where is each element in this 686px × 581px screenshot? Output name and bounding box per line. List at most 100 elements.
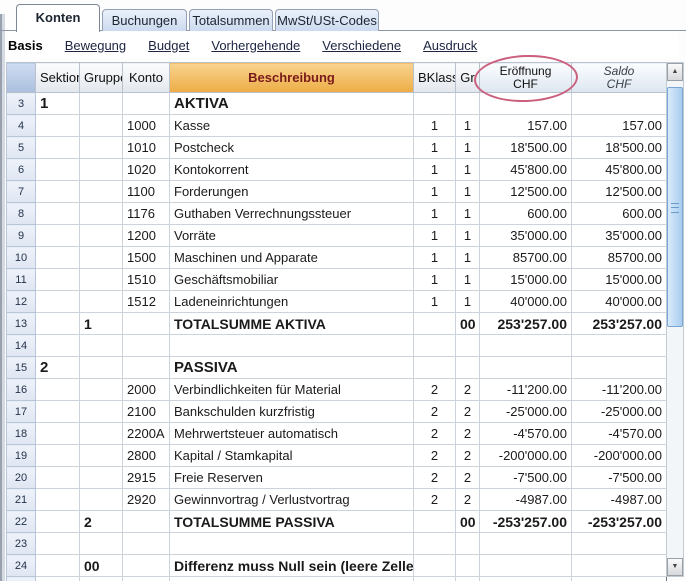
- cell-gr[interactable]: 1: [456, 203, 480, 225]
- cell-saldo[interactable]: -253'257.00: [572, 511, 667, 533]
- scrollbar-thumb[interactable]: [667, 87, 683, 327]
- cell-konto[interactable]: [123, 555, 170, 577]
- row-number[interactable]: 17: [7, 401, 36, 423]
- cell-saldo[interactable]: -4987.00: [572, 489, 667, 511]
- cell-bklasse[interactable]: 2: [414, 467, 456, 489]
- cell-gruppe[interactable]: 2: [80, 511, 123, 533]
- cell-bklasse[interactable]: [414, 511, 456, 533]
- cell-gr[interactable]: 1: [456, 291, 480, 313]
- cell-beschreibung[interactable]: PASSIVA: [170, 357, 414, 379]
- cell-saldo[interactable]: 157.00: [572, 115, 667, 137]
- tab-mwst-ust-codes[interactable]: MwSt/USt-Codes: [275, 9, 379, 31]
- cell-sektion[interactable]: [36, 533, 80, 555]
- cell-beschreibung[interactable]: TOTALSUMME AKTIVA: [170, 313, 414, 335]
- cell-eroeffnung[interactable]: [480, 357, 572, 379]
- row-number[interactable]: 4: [7, 115, 36, 137]
- cell-eroeffnung[interactable]: 40'000.00: [480, 291, 572, 313]
- cell-konto[interactable]: [123, 511, 170, 533]
- cell-eroeffnung[interactable]: 600.00: [480, 203, 572, 225]
- cell-sektion[interactable]: [36, 489, 80, 511]
- cell-eroeffnung[interactable]: [480, 555, 572, 577]
- cell-saldo[interactable]: [572, 555, 667, 577]
- cell-gruppe[interactable]: [80, 577, 123, 581]
- column-header-eroeffnung[interactable]: EröffnungCHF: [480, 63, 572, 93]
- cell-sektion[interactable]: [36, 269, 80, 291]
- cell-saldo[interactable]: -200'000.00: [572, 445, 667, 467]
- cell-konto[interactable]: 1000: [123, 115, 170, 137]
- cell-bklasse[interactable]: 1: [414, 247, 456, 269]
- row-number[interactable]: 23: [7, 533, 36, 555]
- cell-eroeffnung[interactable]: -25'000.00: [480, 401, 572, 423]
- cell-saldo[interactable]: -11'200.00: [572, 379, 667, 401]
- cell-saldo[interactable]: 18'500.00: [572, 137, 667, 159]
- cell-gruppe[interactable]: [80, 203, 123, 225]
- cell-saldo[interactable]: 35'000.00: [572, 225, 667, 247]
- cell-gruppe[interactable]: [80, 291, 123, 313]
- cell-konto[interactable]: 1500: [123, 247, 170, 269]
- cell-beschreibung[interactable]: Kapital / Stamkapital: [170, 445, 414, 467]
- cell-gruppe[interactable]: [80, 533, 123, 555]
- cell-saldo[interactable]: 253'257.00: [572, 313, 667, 335]
- column-header-sektion[interactable]: Sektion: [36, 63, 80, 93]
- cell-gr[interactable]: 2: [456, 489, 480, 511]
- cell-gruppe[interactable]: [80, 445, 123, 467]
- cell-eroeffnung[interactable]: -11'200.00: [480, 379, 572, 401]
- cell-gruppe[interactable]: [80, 269, 123, 291]
- cell-gr[interactable]: 2: [456, 401, 480, 423]
- cell-beschreibung[interactable]: [170, 335, 414, 357]
- cell-gr[interactable]: 00: [456, 313, 480, 335]
- cell-eroeffnung[interactable]: -4987.00: [480, 489, 572, 511]
- cell-konto[interactable]: 2100: [123, 401, 170, 423]
- column-header-gruppe[interactable]: Gruppe: [80, 63, 123, 93]
- cell-bklasse[interactable]: [414, 357, 456, 379]
- cell-konto[interactable]: 1512: [123, 291, 170, 313]
- view-link-verschiedene[interactable]: Verschiedene: [322, 38, 401, 53]
- cell-beschreibung[interactable]: AKTIVA: [170, 93, 414, 115]
- cell-eroeffnung[interactable]: 85700.00: [480, 247, 572, 269]
- cell-saldo[interactable]: 40'000.00: [572, 291, 667, 313]
- cell-gruppe[interactable]: [80, 115, 123, 137]
- cell-beschreibung[interactable]: Verbindlichkeiten für Material: [170, 379, 414, 401]
- cell-eroeffnung[interactable]: 253'257.00: [480, 313, 572, 335]
- vertical-scrollbar[interactable]: ▲ ▼: [666, 62, 684, 577]
- cell-gruppe[interactable]: [80, 401, 123, 423]
- row-number[interactable]: 11: [7, 269, 36, 291]
- cell-beschreibung[interactable]: Vorräte: [170, 225, 414, 247]
- row-number[interactable]: 22: [7, 511, 36, 533]
- cell-bklasse[interactable]: [414, 533, 456, 555]
- cell-gruppe[interactable]: [80, 489, 123, 511]
- cell-gr[interactable]: [456, 555, 480, 577]
- cell-konto[interactable]: 2920: [123, 489, 170, 511]
- cell-beschreibung[interactable]: Postcheck: [170, 137, 414, 159]
- cell-bklasse[interactable]: [414, 93, 456, 115]
- cell-beschreibung[interactable]: Kasse: [170, 115, 414, 137]
- cell-bklasse[interactable]: [414, 555, 456, 577]
- cell-sektion[interactable]: [36, 467, 80, 489]
- cell-beschreibung[interactable]: Forderungen: [170, 181, 414, 203]
- cell-gr[interactable]: 2: [456, 445, 480, 467]
- cell-bklasse[interactable]: 1: [414, 115, 456, 137]
- cell-bklasse[interactable]: 1: [414, 203, 456, 225]
- cell-eroeffnung[interactable]: -7'500.00: [480, 467, 572, 489]
- tab-buchungen[interactable]: Buchungen: [102, 9, 187, 31]
- cell-beschreibung[interactable]: Maschinen und Apparate: [170, 247, 414, 269]
- cell-gr[interactable]: 1: [456, 137, 480, 159]
- cell-sektion[interactable]: [36, 225, 80, 247]
- row-number[interactable]: 16: [7, 379, 36, 401]
- cell-gr[interactable]: [456, 577, 480, 581]
- cell-konto[interactable]: 2000: [123, 379, 170, 401]
- cell-sektion[interactable]: [36, 313, 80, 335]
- cell-saldo[interactable]: 600.00: [572, 203, 667, 225]
- cell-konto[interactable]: 2200A: [123, 423, 170, 445]
- cell-saldo[interactable]: 85700.00: [572, 247, 667, 269]
- row-number[interactable]: 3: [7, 93, 36, 115]
- cell-konto[interactable]: 1200: [123, 225, 170, 247]
- cell-saldo[interactable]: -7'500.00: [572, 467, 667, 489]
- row-number[interactable]: 7: [7, 181, 36, 203]
- cell-konto[interactable]: 1510: [123, 269, 170, 291]
- cell-beschreibung[interactable]: Bankschulden kurzfristig: [170, 401, 414, 423]
- cell-konto[interactable]: [123, 93, 170, 115]
- cell-konto[interactable]: 2915: [123, 467, 170, 489]
- cell-konto[interactable]: 1010: [123, 137, 170, 159]
- cell-bklasse[interactable]: 1: [414, 225, 456, 247]
